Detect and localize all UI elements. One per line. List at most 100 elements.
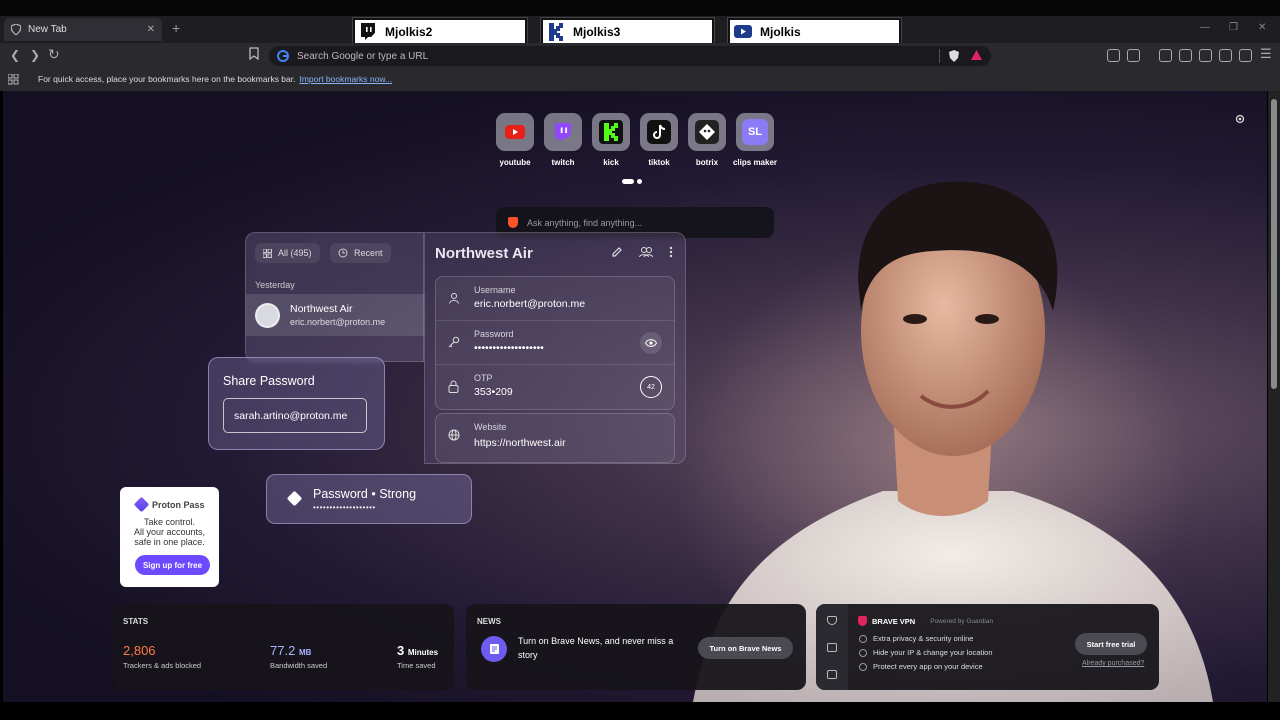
banner-name: Mjolkis3 [573,24,621,39]
botrix-icon [688,113,726,151]
filter-recent-button[interactable]: Recent [330,243,391,263]
brave-rewards-icon[interactable] [971,50,982,61]
shortcut-pager [622,179,642,184]
rewards-icon[interactable] [827,643,837,652]
shortcut-kick[interactable]: kick [587,113,635,167]
bandwidth-stat: 77.2 MB Bandwidth saved [270,643,328,670]
password-detail-panel: Northwest Air Username eric.norbert@prot… [424,232,686,464]
apps-grid-icon[interactable] [8,74,19,85]
brave-vpn-icon [858,616,867,626]
website-group: Website https://northwest.air [435,413,675,463]
detail-title: Northwest Air [435,245,533,262]
time-stat: 3 Minutes Time saved [397,643,439,670]
close-window-button[interactable]: ✕ [1258,22,1266,33]
otp-field[interactable]: OTP 353•209 42 [436,365,674,409]
wallet-icon[interactable] [1179,49,1192,62]
vpn-title: BRAVE VPN Powered by Guardian [858,616,993,626]
item-subtitle: eric.norbert@proton.me [290,317,386,327]
shortcut-youtube[interactable]: youtube [491,113,539,167]
google-icon [277,50,289,62]
scrollbar[interactable] [1268,91,1280,702]
leo-ai-icon[interactable] [1199,49,1212,62]
banner-mjolkis2: Mjolkis2 [352,17,528,46]
reader-icon[interactable] [1127,49,1140,62]
reload-button[interactable]: ↻ [48,46,60,63]
shortcut-clips-maker[interactable]: SL clips maker [731,113,779,167]
extensions-icon[interactable] [1107,49,1120,62]
password-field[interactable]: Password ••••••••••••••••••• [436,321,674,365]
eye-icon[interactable] [640,332,662,354]
section-label: Yesterday [255,280,295,290]
close-tab-icon[interactable]: ✕ [147,24,155,35]
password-strength-card: Password • Strong ••••••••••••••••••• [266,474,472,524]
lock-icon [448,380,459,393]
kick-icon [592,113,630,151]
clock-icon [338,248,348,258]
tab-new-tab[interactable]: New Tab ✕ [4,18,162,41]
import-bookmarks-link[interactable]: Import bookmarks now... [299,74,392,84]
sidebar-icon[interactable] [1159,49,1172,62]
sign-up-button[interactable]: Sign up for free [135,555,210,575]
stats-header: STATS [123,617,149,626]
pager-dot-active[interactable] [622,179,634,184]
screen-bottom-bar [0,702,1280,720]
forward-button[interactable]: ❯ [30,48,40,62]
share-password-card: Share Password sarah.artino@proton.me [208,357,385,450]
scrollbar-thumb[interactable] [1271,99,1277,389]
website-field[interactable]: Website https://northwest.air [436,414,674,462]
trackers-stat: 2,806 Trackers & ads blocked [123,643,202,670]
twitch-icon [359,23,377,41]
youtube-icon [496,113,534,151]
news-text: Turn on Brave News, and never miss a sto… [518,636,674,660]
ad-text: Take control. All your accounts, safe in… [133,517,206,547]
shortcut-botrix[interactable]: botrix [683,113,731,167]
vpn-icon[interactable] [1219,49,1232,62]
grid-icon [263,248,272,258]
shortcut-tiktok[interactable]: tiktok [635,113,683,167]
kick-icon [547,22,565,41]
gear-icon[interactable] [1234,113,1246,125]
share-email-input[interactable]: sarah.artino@proton.me [223,398,367,433]
banner-name: Mjolkis [760,24,801,39]
share-title: Share Password [223,374,315,388]
globe-icon [448,429,460,441]
turn-on-news-button[interactable]: Turn on Brave News [698,637,793,659]
item-title: Northwest Air [290,303,353,315]
bookmark-icon[interactable] [249,47,259,60]
ad-block-icon[interactable] [1239,49,1252,62]
username-field[interactable]: Username eric.norbert@proton.me [436,277,674,321]
address-bar[interactable]: Search Google or type a URL [269,46,991,66]
list-item: Hide your IP & change your location [859,648,993,657]
list-item[interactable]: Northwest Air eric.norbert@proton.me [246,294,425,336]
share-users-icon[interactable] [639,246,653,258]
shortcut-twitch[interactable]: twitch [539,113,587,167]
more-options-icon[interactable] [669,246,673,258]
sl-icon: SL [736,113,774,151]
menu-icon[interactable]: ☰ [1260,46,1272,62]
brave-shield-icon [11,24,21,35]
news-icon [481,636,507,662]
powered-by: Powered by Guardian [930,617,994,625]
tab-title: New Tab [28,24,67,35]
vpn-shield-icon[interactable] [827,616,837,625]
bookmarks-message: For quick access, place your bookmarks h… [38,74,393,84]
brave-shields-icon[interactable] [949,50,959,62]
edit-icon[interactable] [611,246,623,258]
minimize-button[interactable]: — [1200,22,1210,33]
already-purchased-link[interactable]: Already purchased? [1082,660,1144,667]
back-button[interactable]: ❮ [10,48,20,62]
pager-dot[interactable] [637,179,642,184]
user-icon [448,292,460,304]
filter-all-button[interactable]: All (495) [255,243,320,263]
start-trial-button[interactable]: Start free trial [1075,633,1147,655]
strength-title: Password • Strong [313,487,417,501]
vpn-widget: BRAVE VPN Powered by Guardian Extra priv… [816,604,1159,690]
navigation-bar: ❮ ❯ ↻ Search Google or type a URL ☰ [0,43,1280,69]
ask-placeholder: Ask anything, find anything... [527,217,643,228]
new-tab-button[interactable]: + [172,20,180,36]
credentials-group: Username eric.norbert@proton.me Password… [435,276,675,410]
maximize-button[interactable]: ❐ [1229,22,1238,33]
banner-name: Mjolkis2 [385,24,433,39]
cards-icon[interactable] [827,670,837,679]
strength-dots: ••••••••••••••••••• [313,503,376,512]
